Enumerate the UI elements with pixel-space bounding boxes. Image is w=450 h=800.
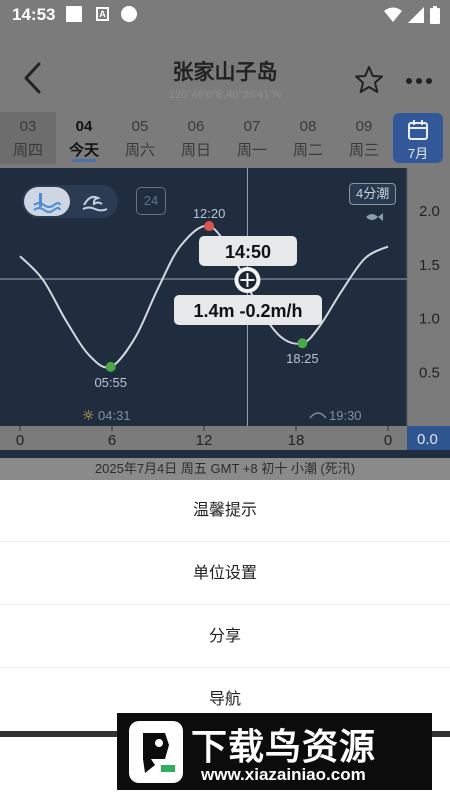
watermark-bar bbox=[0, 731, 117, 737]
date-weekday: 今天 bbox=[68, 142, 99, 159]
y-tick-label: 0.5 bbox=[419, 364, 440, 381]
header: 张家山子岛 120°46'6"E,40°26'41"N bbox=[0, 46, 450, 112]
date-num: 03 bbox=[19, 118, 37, 135]
sheet-item-share[interactable]: 分享 bbox=[0, 606, 450, 668]
watermark-title: 下载鸟资源 bbox=[191, 726, 377, 767]
bird-logo-icon bbox=[129, 721, 183, 783]
tide-screen: 14:53 A 张家山子岛 120°46'6"E,40°26'41"N 03 周… bbox=[0, 0, 450, 480]
date-weekday: 周三 bbox=[348, 142, 379, 159]
date-weekday: 周六 bbox=[124, 142, 155, 159]
date-item[interactable]: 07 周一 bbox=[224, 112, 280, 164]
watermark-url: www.xiazainiao.com bbox=[201, 765, 366, 784]
watermark: 下载鸟资源 www.xiazainiao.com bbox=[117, 713, 432, 790]
high-tide-dot bbox=[204, 221, 215, 232]
date-item[interactable]: 08 周二 bbox=[280, 112, 336, 164]
notification-dot-icon bbox=[121, 6, 137, 22]
status-right bbox=[384, 6, 440, 24]
status-time: 14:53 bbox=[12, 5, 56, 24]
tide-plot[interactable]: 2.0 1.5 1.0 0.5 05:55 18:25 12:20 14:50 1.4m -0.… bbox=[0, 168, 450, 478]
sunrise-icon: ☼ bbox=[82, 408, 95, 424]
date-item[interactable]: 09 周三 bbox=[336, 112, 392, 164]
month-label: 7月 bbox=[407, 146, 429, 161]
cursor-time: 14:50 bbox=[225, 242, 271, 262]
date-weekday: 周日 bbox=[180, 142, 211, 159]
today-indicator bbox=[72, 159, 96, 162]
battery-icon bbox=[430, 6, 440, 24]
month-calendar-button[interactable]: 7月 bbox=[393, 113, 443, 163]
date-num: 08 bbox=[299, 118, 317, 135]
x-tick-label: 18 bbox=[288, 432, 305, 449]
wifi-icon bbox=[384, 7, 402, 22]
date-weekday: 周四 bbox=[12, 142, 43, 159]
date-weekday: 周二 bbox=[292, 142, 323, 159]
date-weekday: 周一 bbox=[236, 142, 267, 159]
low-tide-dot bbox=[297, 338, 308, 349]
high-tide-time: 12:20 bbox=[193, 206, 226, 221]
x-tick-label: 0 bbox=[384, 432, 392, 449]
date-item-today[interactable]: 04 今天 bbox=[56, 112, 112, 164]
cursor-value: 1.4m -0.2m/h bbox=[193, 301, 302, 321]
date-num: 06 bbox=[187, 118, 205, 135]
date-selector: 03 周四 04 今天 05 周六 06 周日 07 周一 08 周二 09 周… bbox=[0, 112, 450, 166]
notification-square-icon bbox=[66, 6, 82, 22]
sunset-time: 19:30 bbox=[329, 408, 362, 423]
date-item[interactable]: 05 周六 bbox=[112, 112, 168, 164]
date-summary: 2025年7月4日 周五 GMT +8 初十 小潮 (死汛) bbox=[0, 458, 450, 480]
date-num: 05 bbox=[131, 118, 149, 135]
y-zero-label: 0.0 bbox=[417, 431, 438, 448]
sunset-icon bbox=[309, 412, 327, 419]
low-tide-time: 05:55 bbox=[94, 375, 127, 390]
x-tick-label: 0 bbox=[16, 432, 24, 449]
low-tide-time: 18:25 bbox=[286, 351, 319, 366]
notification-a-icon: A bbox=[96, 7, 109, 21]
sheet-item-unit-settings[interactable]: 单位设置 bbox=[0, 543, 450, 605]
date-item[interactable]: 06 周日 bbox=[168, 112, 224, 164]
signal-icon bbox=[408, 7, 424, 23]
y-tick-label: 2.0 bbox=[419, 203, 440, 220]
low-tide-dot bbox=[105, 361, 116, 372]
y-tick-label: 1.5 bbox=[419, 257, 440, 274]
watermark-bar bbox=[432, 731, 450, 737]
date-num: 04 bbox=[75, 118, 93, 135]
y-tick-label: 1.0 bbox=[419, 311, 440, 328]
x-tick-label: 6 bbox=[108, 432, 116, 449]
sheet-item-tips[interactable]: 温馨提示 bbox=[0, 480, 450, 542]
star-icon[interactable] bbox=[354, 65, 384, 95]
sunrise-time: 04:31 bbox=[98, 408, 131, 423]
date-num: 07 bbox=[243, 118, 261, 135]
more-icon[interactable] bbox=[404, 76, 434, 86]
date-item[interactable]: 03 周四 bbox=[0, 112, 56, 164]
date-num: 09 bbox=[355, 118, 373, 135]
status-bar: 14:53 A bbox=[0, 0, 450, 30]
x-tick-label: 12 bbox=[196, 432, 213, 449]
tide-chart[interactable]: 24 4分潮 2.0 1.5 1.0 0.5 05:55 18:25 12:20 14:50 1… bbox=[0, 168, 450, 478]
calendar-icon bbox=[408, 120, 428, 140]
